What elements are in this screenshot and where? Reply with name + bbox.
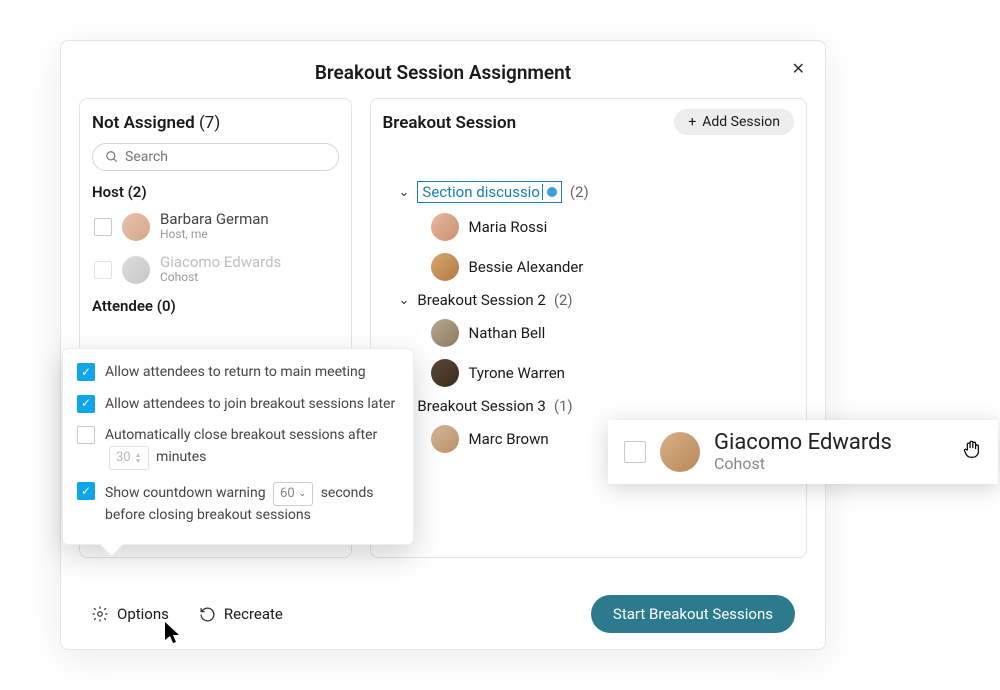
session-member[interactable]: Tyrone Warren <box>431 353 795 393</box>
checkbox[interactable] <box>624 441 646 463</box>
session-header[interactable]: ⌄ Section discussio (2) <box>383 177 795 207</box>
checkbox[interactable]: ✓ <box>77 395 95 413</box>
not-assigned-count: (7) <box>199 113 220 133</box>
dragging-person-card[interactable]: Giacomo Edwards Cohost <box>608 420 998 484</box>
person-name: Barbara German <box>160 211 269 228</box>
session-member[interactable]: Nathan Bell <box>431 313 795 353</box>
mouse-cursor-icon <box>163 620 183 652</box>
stepper-arrows-icon[interactable]: ▲▼ <box>135 452 142 464</box>
attendee-section-label: Attendee (0) <box>92 297 339 315</box>
session-header[interactable]: ⌄ Breakout Session 3 (1) <box>383 393 795 419</box>
option-return-main[interactable]: ✓ Allow attendees to return to main meet… <box>77 363 399 383</box>
option-join-later[interactable]: ✓ Allow attendees to join breakout sessi… <box>77 395 399 415</box>
chevron-down-icon[interactable]: ⌄ <box>399 185 410 200</box>
host-row[interactable]: Barbara German Host, me <box>92 205 339 248</box>
host-section-label: Host (2) <box>92 183 339 201</box>
option-label: Show countdown warning 60 ⌄ seconds befo… <box>105 482 399 526</box>
breakout-modal: Breakout Session Assignment ✕ Not Assign… <box>60 40 826 650</box>
add-session-button[interactable]: + Add Session <box>674 109 794 135</box>
member-name: Maria Rossi <box>469 218 548 236</box>
person-role: Cohost <box>160 271 281 285</box>
session-member[interactable]: Bessie Alexander <box>431 247 795 287</box>
session-name: Breakout Session 3 <box>417 397 545 415</box>
edit-dot-icon <box>547 187 557 197</box>
avatar <box>431 425 459 453</box>
session-count: (2) <box>554 291 573 309</box>
checkbox[interactable]: ✓ <box>77 482 95 500</box>
member-name: Tyrone Warren <box>469 364 565 382</box>
member-name: Nathan Bell <box>469 324 546 342</box>
options-label: Options <box>117 605 169 623</box>
session-name: Breakout Session 2 <box>417 291 545 309</box>
option-label: Allow attendees to return to main meetin… <box>105 363 399 383</box>
host-row[interactable]: Giacomo Edwards Cohost <box>92 248 339 291</box>
recreate-label: Recreate <box>224 605 283 623</box>
option-auto-close[interactable]: Automatically close breakout sessions af… <box>77 426 399 470</box>
person-name: Giacomo Edwards <box>160 254 281 271</box>
person-role: Host, me <box>160 228 269 242</box>
text-caret <box>542 184 543 200</box>
not-assigned-title: Not Assigned (7) <box>92 113 339 133</box>
avatar <box>660 432 700 472</box>
session-header[interactable]: ⌄ Breakout Session 2 (2) <box>383 287 795 313</box>
checkbox[interactable] <box>94 218 112 236</box>
modal-header: Breakout Session Assignment ✕ <box>61 41 825 98</box>
chevron-down-icon: ⌄ <box>299 488 307 501</box>
close-icon[interactable]: ✕ <box>792 59 805 78</box>
checkbox[interactable] <box>94 261 112 279</box>
add-session-label: Add Session <box>702 114 780 130</box>
option-label: Automatically close breakout sessions af… <box>105 426 399 470</box>
refresh-icon <box>199 606 216 623</box>
search-icon <box>105 150 119 164</box>
modal-footer: Options Recreate Start Breakout Sessions <box>91 595 795 633</box>
recreate-button[interactable]: Recreate <box>199 605 283 623</box>
checkbox[interactable]: ✓ <box>77 363 95 381</box>
not-assigned-title-text: Not Assigned <box>92 113 195 133</box>
avatar <box>431 319 459 347</box>
member-name: Bessie Alexander <box>469 258 584 276</box>
session-count: (2) <box>570 183 589 201</box>
minutes-stepper[interactable]: 30 ▲▼ <box>109 446 149 470</box>
search-placeholder: Search <box>125 149 168 165</box>
session-member[interactable]: Maria Rossi <box>431 207 795 247</box>
grab-cursor-icon <box>960 438 982 465</box>
chevron-down-icon[interactable]: ⌄ <box>399 293 410 308</box>
member-name: Marc Brown <box>469 430 549 448</box>
avatar <box>431 359 459 387</box>
avatar <box>431 253 459 281</box>
start-label: Start Breakout Sessions <box>613 605 773 623</box>
gear-icon <box>91 605 109 623</box>
modal-title: Breakout Session Assignment <box>315 61 571 84</box>
search-input[interactable]: Search <box>92 143 339 171</box>
person-role: Cohost <box>714 455 892 473</box>
options-popup: ✓ Allow attendees to return to main meet… <box>62 348 414 545</box>
seconds-dropdown[interactable]: 60 ⌄ <box>273 482 313 506</box>
checkbox[interactable] <box>77 426 95 444</box>
person-name: Giacomo Edwards <box>714 430 892 455</box>
session-count: (1) <box>554 397 573 415</box>
sessions-panel: Breakout Session + Add Session ⌄ Section… <box>370 98 808 558</box>
start-sessions-button[interactable]: Start Breakout Sessions <box>591 595 795 633</box>
avatar <box>122 213 150 241</box>
session-name-input[interactable]: Section discussio <box>417 181 561 203</box>
option-label: Allow attendees to join breakout session… <box>105 395 399 415</box>
avatar <box>431 213 459 241</box>
plus-icon: + <box>688 114 696 130</box>
avatar <box>122 256 150 284</box>
options-button[interactable]: Options <box>91 605 169 623</box>
option-countdown[interactable]: ✓ Show countdown warning 60 ⌄ seconds be… <box>77 482 399 526</box>
